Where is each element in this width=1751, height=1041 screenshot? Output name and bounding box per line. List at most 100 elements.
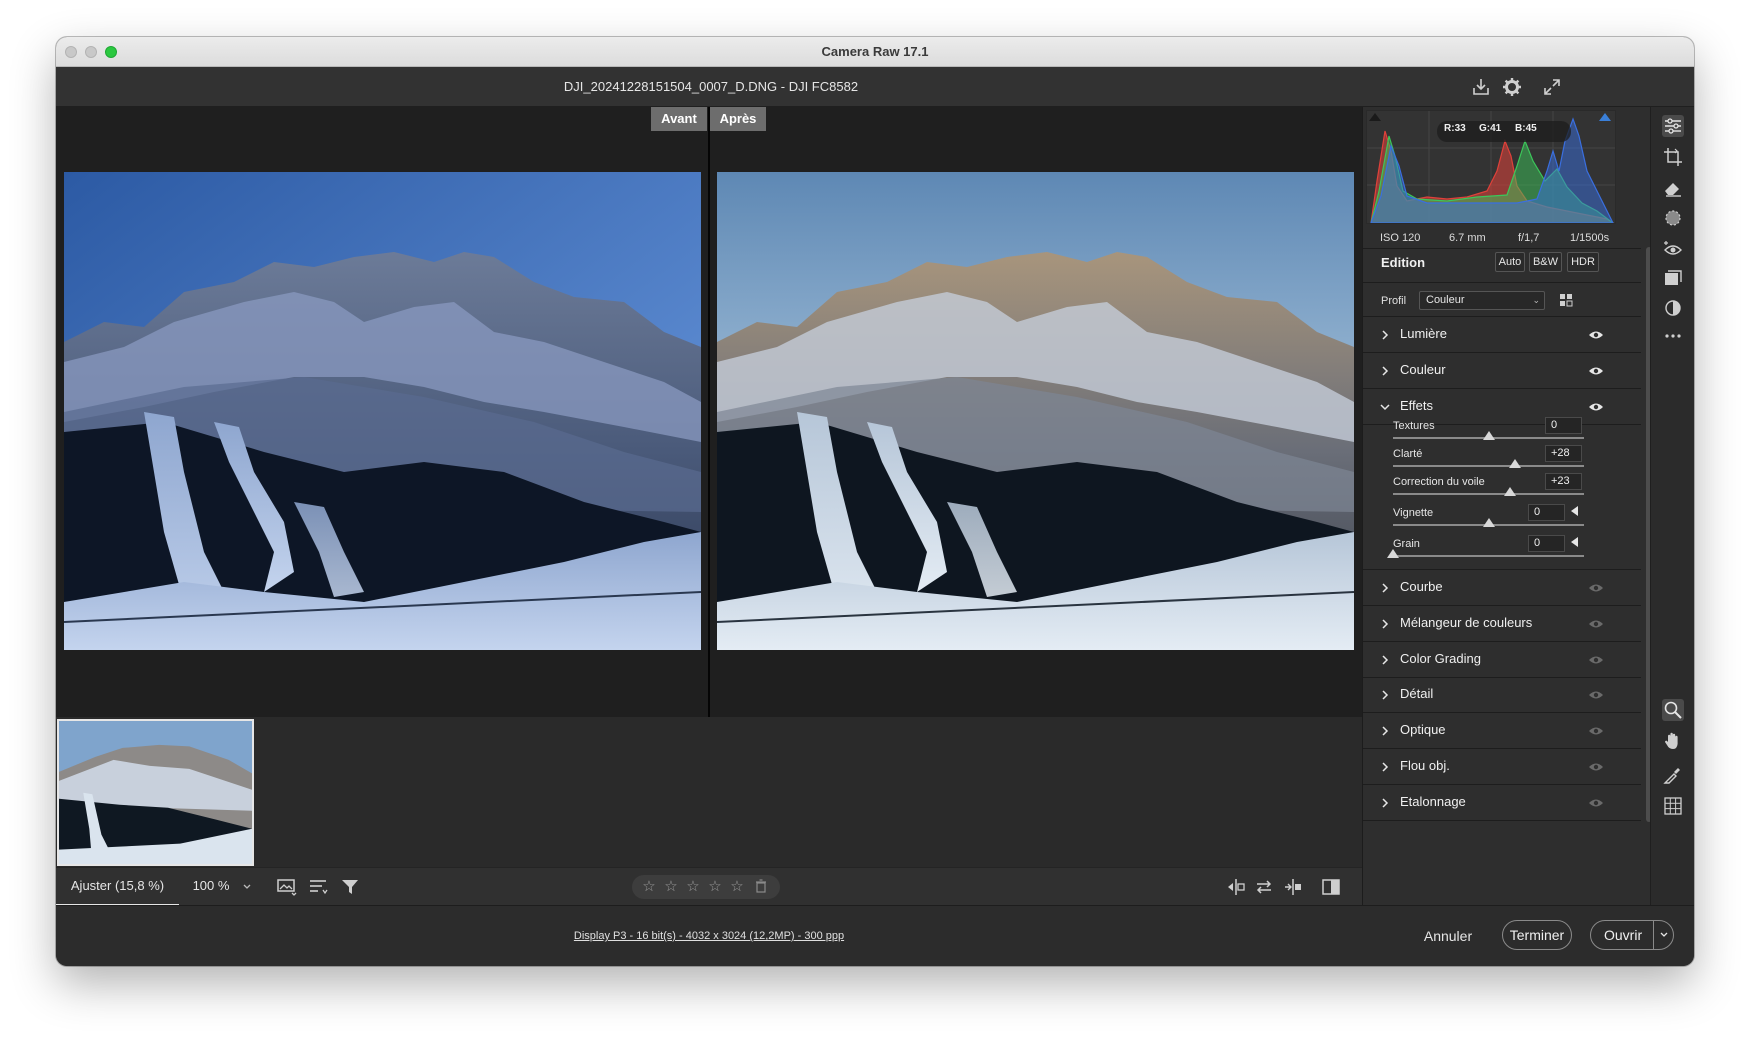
slider-handle[interactable]: [1509, 459, 1522, 468]
panel-section[interactable]: Couleur: [1363, 353, 1641, 388]
hdr-button[interactable]: HDR: [1567, 252, 1599, 272]
swap-before-after-icon[interactable]: [1253, 877, 1275, 897]
chevron-right-icon[interactable]: [1379, 688, 1391, 700]
chevron-right-icon[interactable]: [1379, 760, 1391, 772]
image-viewer: Avant Après: [56, 107, 1362, 717]
before-image[interactable]: [64, 172, 701, 650]
chevron-right-icon[interactable]: [1379, 796, 1391, 808]
panel-section[interactable]: Effets: [1363, 389, 1641, 424]
snapshots-icon[interactable]: [1662, 297, 1684, 319]
panel-section[interactable]: Mélangeur de couleurs: [1363, 606, 1641, 641]
slider-value-field[interactable]: 0: [1528, 504, 1565, 521]
eye-icon[interactable]: [1588, 617, 1604, 629]
eye-icon[interactable]: [1588, 724, 1604, 736]
highlight-clipping-icon[interactable]: [1599, 113, 1611, 121]
save-image-icon[interactable]: [1470, 76, 1492, 98]
aperture-value: f/1,7: [1518, 232, 1540, 244]
panel-section[interactable]: Lumière: [1363, 317, 1641, 352]
zoom-tool-icon[interactable]: [1662, 699, 1684, 721]
filmstrip-thumbnail[interactable]: [57, 719, 254, 866]
chevron-down-icon[interactable]: [1657, 921, 1671, 958]
cancel-button[interactable]: Annuler: [1413, 922, 1483, 950]
sort-icon[interactable]: [308, 877, 330, 897]
slider-handle[interactable]: [1482, 431, 1495, 440]
slider-value-field[interactable]: 0: [1528, 535, 1565, 552]
zoom-fit-button[interactable]: Ajuster (15,8 %): [56, 868, 179, 906]
before-after-view-icon[interactable]: [1320, 877, 1342, 897]
open-button[interactable]: Ouvrir: [1590, 920, 1674, 950]
slider-track[interactable]: [1393, 555, 1584, 557]
shadow-clipping-icon[interactable]: [1369, 113, 1381, 121]
star-icon[interactable]: ☆: [728, 878, 746, 896]
star-icon[interactable]: ☆: [662, 878, 680, 896]
after-image[interactable]: [717, 172, 1354, 650]
color-sampler-icon[interactable]: [1662, 764, 1684, 786]
grid-overlay-icon[interactable]: [1662, 795, 1684, 817]
slider-track[interactable]: [1393, 465, 1584, 467]
eye-icon[interactable]: [1588, 400, 1604, 412]
file-title: DJI_20241228151504_0007_D.DNG - DJI FC85…: [563, 79, 859, 94]
eye-icon[interactable]: [1588, 760, 1604, 772]
eye-icon[interactable]: [1588, 364, 1604, 376]
slider-options-icon[interactable]: [1571, 506, 1578, 516]
before-toggle[interactable]: Avant: [651, 107, 707, 131]
slider-track[interactable]: [1393, 493, 1584, 495]
bw-button[interactable]: B&W: [1529, 252, 1562, 272]
eraser-icon[interactable]: [1662, 177, 1684, 199]
panel-section[interactable]: Courbe: [1363, 570, 1641, 605]
slider-handle[interactable]: [1482, 518, 1495, 527]
eye-icon[interactable]: [1588, 653, 1604, 665]
copy-settings-icon[interactable]: [1282, 877, 1304, 897]
star-icon[interactable]: ☆: [640, 878, 658, 896]
filmstrip: [56, 717, 1362, 867]
chevron-right-icon[interactable]: [1379, 364, 1391, 376]
chevron-right-icon[interactable]: [1379, 724, 1391, 736]
compare-divider[interactable]: [708, 107, 710, 717]
slider-value-field[interactable]: +28: [1545, 445, 1582, 462]
hand-tool-icon[interactable]: [1662, 730, 1684, 752]
presets-icon[interactable]: [1662, 267, 1684, 289]
filmstrip-options-icon[interactable]: [276, 877, 298, 897]
panel-section[interactable]: Etalonnage: [1363, 785, 1641, 820]
trash-icon[interactable]: [752, 878, 770, 896]
crop-icon[interactable]: [1662, 146, 1684, 168]
eye-icon[interactable]: [1588, 796, 1604, 808]
done-button[interactable]: Terminer: [1502, 920, 1572, 950]
chevron-right-icon[interactable]: [1379, 581, 1391, 593]
eye-icon[interactable]: [1588, 328, 1604, 340]
red-eye-icon[interactable]: [1662, 238, 1684, 260]
panel-section[interactable]: Optique: [1363, 713, 1641, 748]
more-icon[interactable]: [1662, 325, 1684, 347]
star-icon[interactable]: ☆: [684, 878, 702, 896]
copy-settings-before-after-icon[interactable]: [1225, 877, 1247, 897]
filter-icon[interactable]: [340, 877, 362, 897]
star-icon[interactable]: ☆: [706, 878, 724, 896]
slider-options-icon[interactable]: [1571, 537, 1578, 547]
slider-value-field[interactable]: +23: [1545, 473, 1582, 490]
slider-value-field[interactable]: 0: [1545, 417, 1582, 434]
zoom-dropdown-icon[interactable]: [240, 879, 254, 893]
chevron-right-icon[interactable]: [1379, 617, 1391, 629]
slider-handle[interactable]: [1387, 549, 1399, 558]
panel-section-label: Flou obj.: [1400, 758, 1450, 773]
chevron-right-icon[interactable]: [1379, 653, 1391, 665]
eye-icon[interactable]: [1588, 688, 1604, 700]
profile-browser-icon[interactable]: [1559, 292, 1575, 308]
panel-section[interactable]: Détail: [1363, 677, 1641, 712]
histogram: R:33 G:41 B:45: [1366, 110, 1616, 224]
fullscreen-icon[interactable]: [1541, 76, 1563, 98]
panel-section[interactable]: Flou obj.: [1363, 749, 1641, 784]
slider-handle[interactable]: [1504, 487, 1517, 496]
workflow-options-link[interactable]: Display P3 - 16 bit(s) - 4032 x 3024 (12…: [56, 930, 1362, 942]
chevron-down-icon[interactable]: [1379, 400, 1391, 412]
profile-select[interactable]: Couleur ⌄: [1419, 291, 1545, 310]
after-toggle[interactable]: Après: [710, 107, 766, 131]
auto-button[interactable]: Auto: [1495, 252, 1525, 272]
panel-section[interactable]: Color Grading: [1363, 642, 1641, 677]
eye-icon[interactable]: [1588, 581, 1604, 593]
edit-sliders-icon[interactable]: [1662, 115, 1684, 137]
masking-icon[interactable]: [1662, 207, 1684, 229]
chevron-right-icon[interactable]: [1379, 328, 1391, 340]
zoom-100-button[interactable]: 100 %: [186, 868, 236, 906]
gear-icon[interactable]: [1501, 76, 1523, 98]
